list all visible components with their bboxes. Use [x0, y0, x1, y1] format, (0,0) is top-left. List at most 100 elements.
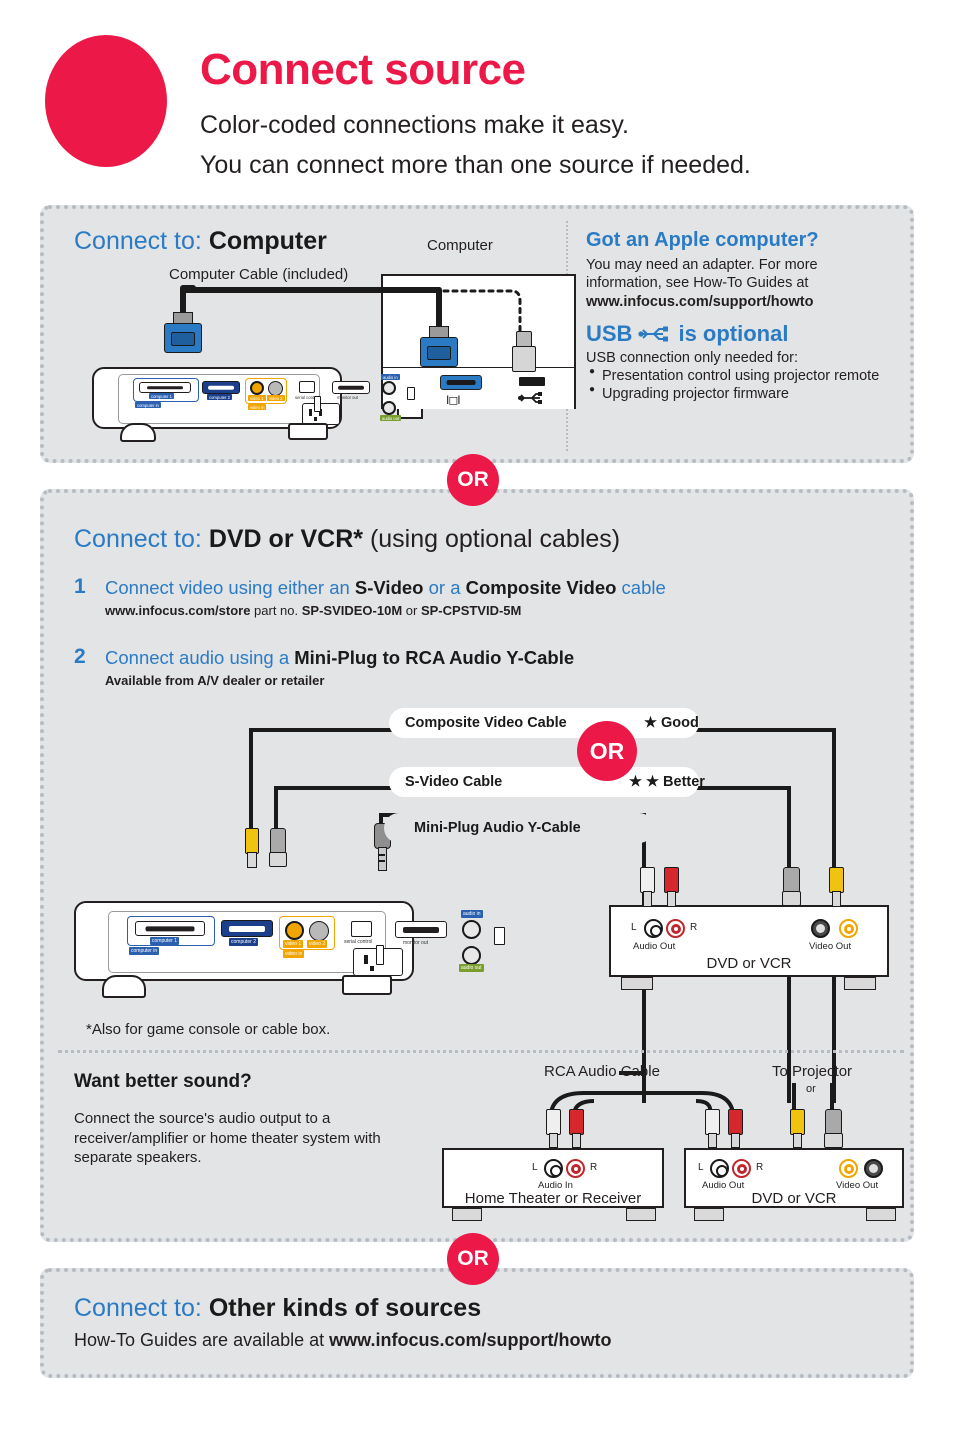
projector-indicator-b [376, 945, 384, 965]
heading-prefix: Connect to: [74, 525, 202, 553]
dvd2-jack-svideo [864, 1159, 883, 1178]
or-badge-2: OR [447, 1233, 499, 1285]
dvd1-device-name: DVD or VCR [706, 955, 792, 972]
dvd1-jack-composite [839, 919, 858, 938]
step-1-pre: Connect video using either an [105, 577, 355, 598]
dvd2-device-name: DVD or VCR [751, 1190, 837, 1207]
label-serial-control-b: serial control [344, 938, 373, 945]
step-2-availability: Available from A/V dealer or retailer [105, 673, 325, 688]
or-badge-video-choice: OR [577, 721, 637, 781]
store-url: www.infocus.com/store [105, 603, 251, 618]
computer-cable-label: Computer Cable (included) [169, 266, 349, 283]
rating-svideo: ★ ★ Better [629, 774, 705, 790]
header-subtitle-line2: You can connect more than one source if … [200, 151, 751, 179]
port-kensington-b [494, 927, 505, 945]
heading-prefix: Connect to: [74, 227, 202, 255]
page-header: Connect source Color-coded connections m… [0, 0, 954, 200]
list-item: Presentation control using projector rem… [589, 366, 889, 385]
rating-composite: ★ Good [644, 715, 699, 731]
label-audio-in-b: audio in [461, 910, 483, 918]
step-2-bold-ycable: Mini-Plug to RCA Audio Y-Cable [294, 647, 575, 668]
port-serial-control-b [351, 921, 372, 937]
cable-label-svideo-text: S-Video Cable [405, 774, 503, 790]
apple-heading: Got an Apple computer? [586, 229, 819, 251]
dvd1-jack-audio-r [666, 919, 685, 938]
port-audio-in [382, 381, 396, 395]
partno-or: or [402, 603, 421, 618]
section-connect-dvd-vcr: Connect to: DVD or VCR* (using optional … [40, 489, 914, 1242]
partno-svideo: SP-SVIDEO-10M [301, 603, 403, 618]
port-video-1-b [285, 921, 304, 940]
header-red-blob [45, 35, 167, 167]
port-kensington [407, 387, 415, 400]
port-computer-2 [202, 381, 240, 394]
dvd1-foot-right [844, 977, 876, 990]
ht-right: R [590, 1162, 598, 1173]
vga-cable-elbow [180, 285, 196, 291]
or-badge-1: OR [447, 454, 499, 506]
dvd2-foot-right [866, 1208, 896, 1221]
port-audio-out-b [462, 946, 481, 965]
ht-jack-audio-l [544, 1159, 563, 1178]
step-2-pre: Connect audio using a [105, 647, 295, 668]
projector-illustration-1: computer 1 computer in computer 2 video … [92, 349, 415, 442]
dvd1-video-out-label: Video Out [809, 941, 852, 952]
to-projector-label: To Projector [772, 1063, 853, 1080]
step-2-number: 2 [74, 645, 86, 668]
label-video-in: video in [248, 404, 267, 411]
monitor-port-icon: I◻I [446, 393, 461, 407]
usb-heading-post: is optional [678, 321, 789, 346]
dvd1-audio-out-label: Audio Out [633, 941, 676, 952]
dvd-footnote: *Also for game console or cable box. [86, 1021, 331, 1038]
dvd2-right: R [756, 1162, 764, 1173]
port-monitor-out [332, 381, 370, 394]
dvd1-jack-audio-l [644, 919, 663, 938]
heading-strong: Other kinds of sources [208, 1294, 482, 1322]
step-1-text: Connect video using either an S-Video or… [105, 577, 666, 599]
label-video-2-b: video 2 [307, 940, 328, 948]
ht-foot-left [452, 1208, 482, 1221]
usb-port-icon [518, 392, 542, 404]
port-audio-out [382, 401, 396, 415]
port-monitor-out-b [395, 921, 447, 938]
sound-section-divider [58, 1050, 904, 1053]
label-computer-in: computer in [135, 402, 161, 409]
apple-url: www.infocus.com/support/howto [586, 293, 814, 310]
label-video-in-b: video in [283, 950, 305, 958]
dvd1-audio-right: R [690, 922, 698, 933]
port-serial-control [299, 381, 315, 393]
cable-label-miniplug: Mini-Plug Audio Y-Cable [384, 813, 654, 843]
label-audio-out: audio out [380, 415, 402, 422]
dvd2-jack-audio-r [732, 1159, 751, 1178]
cable-label-composite-text: Composite Video Cable [405, 715, 567, 731]
label-computer-2-b: computer 2 [229, 938, 259, 946]
port-audio-in-b [462, 920, 481, 939]
ht-left: L [532, 1162, 538, 1173]
device-home-theater: L R Audio In Home Theater or Receiver [442, 1148, 664, 1208]
device-dvd-vcr-1: L R Audio Out Video Out DVD or VCR [609, 905, 889, 977]
apple-body-text: You may need an adapter. For more inform… [586, 257, 818, 292]
usb-bullet-list: Presentation control using projector rem… [589, 366, 889, 404]
list-item: Upgrading projector firmware [589, 384, 889, 403]
label-computer-2: computer 2 [207, 394, 232, 401]
ht-foot-right [626, 1208, 656, 1221]
label-audio-out-b: audio out [459, 964, 484, 972]
section-other-heading: Connect to: Other kinds of sources [74, 1294, 481, 1323]
label-video-1: video 1 [248, 395, 266, 402]
heading-suffix: (using optional cables) [369, 525, 621, 553]
computer-vga-port [440, 375, 482, 390]
usb-intro: USB connection only needed for: [586, 350, 798, 366]
port-video-2-b [309, 921, 329, 941]
label-monitor-out-b: monitor out [403, 939, 429, 946]
step-1-subtext: www.infocus.com/store part no. SP-SVIDEO… [105, 603, 521, 618]
computer-usb-port [519, 377, 545, 386]
projector-illustration-2: computer 1 computer in computer 2 video … [74, 883, 505, 998]
ht-jack-audio-r [566, 1159, 585, 1178]
step-1-post: cable [616, 577, 666, 598]
dvd2-left: L [698, 1162, 704, 1173]
port-computer-2-b [221, 920, 273, 937]
projector-indicator [314, 396, 321, 412]
port-computer-1 [139, 382, 191, 393]
section-other-subtext: How-To Guides are available at www.infoc… [74, 1330, 611, 1351]
other-sub-pre: How-To Guides are available at [74, 1330, 330, 1350]
